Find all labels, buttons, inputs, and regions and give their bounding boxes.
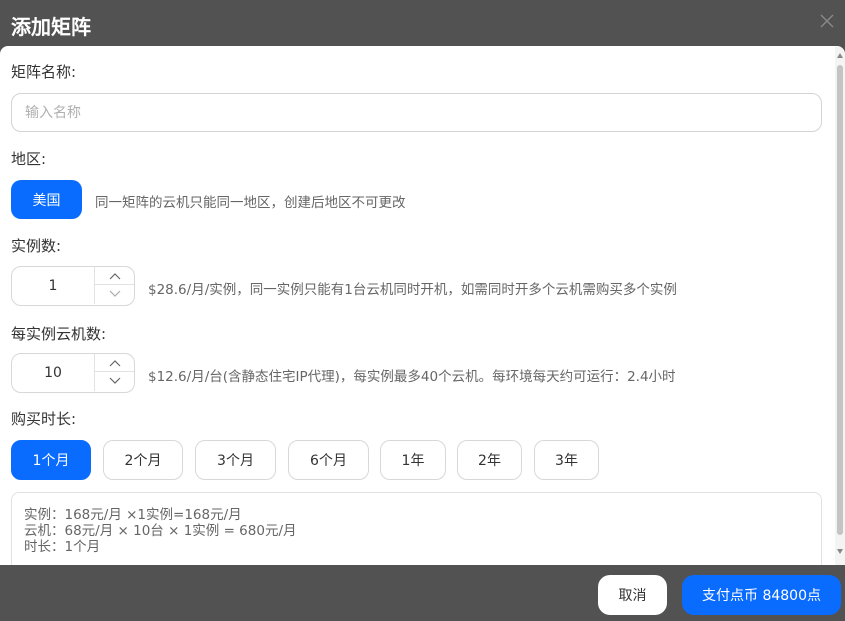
- instances-stepper-arrows: [94, 267, 134, 304]
- duration-option-2-months[interactable]: 2个月: [103, 440, 183, 480]
- close-icon: [820, 14, 834, 28]
- machines-stepper: [11, 353, 135, 393]
- instances-stepper: [11, 266, 135, 306]
- scroll-up-icon[interactable]: [837, 53, 843, 58]
- name-label: 矩阵名称:: [11, 63, 77, 81]
- machines-decrement-button[interactable]: [95, 372, 134, 390]
- chevron-down-icon: [109, 290, 121, 297]
- price-summary: 实例：168元/月 ×1实例=168元/月 云机：68元/月 × 10台 × 1…: [11, 492, 822, 565]
- instances-label: 实例数:: [11, 237, 62, 255]
- close-button[interactable]: [819, 13, 835, 29]
- instances-decrement-button[interactable]: [95, 285, 134, 303]
- dialog-header: 添加矩阵: [0, 0, 845, 46]
- scrollbar-thumb[interactable]: [837, 65, 843, 535]
- duration-option-2-years[interactable]: 2年: [457, 440, 522, 480]
- machines-hint: $12.6/月/台(含静态住宅IP代理)，每实例最多40个云机。每环境每天约可运…: [148, 369, 676, 385]
- cancel-button[interactable]: 取消: [598, 575, 667, 615]
- duration-option-1-month[interactable]: 1个月: [11, 440, 91, 480]
- instances-increment-button[interactable]: [95, 267, 134, 285]
- region-option-us[interactable]: 美国: [11, 180, 82, 219]
- dialog-title: 添加矩阵: [11, 15, 91, 39]
- dialog-body: 矩阵名称: 地区: 美国 同一矩阵的云机只能同一地区，创建后地区不可更改 实例数…: [0, 46, 845, 565]
- summary-duration-line: 时长：1个月: [24, 539, 101, 555]
- chevron-down-icon: [109, 377, 121, 384]
- name-input[interactable]: [11, 93, 822, 132]
- duration-option-3-months[interactable]: 3个月: [195, 440, 276, 480]
- instances-hint: $28.6/月/实例，同一实例只能有1台云机同时开机，如需同时开多个云机需购买多…: [148, 282, 677, 298]
- machines-input[interactable]: [12, 354, 94, 391]
- machines-label: 每实例云机数:: [11, 325, 107, 343]
- machines-increment-button[interactable]: [95, 354, 134, 372]
- scrollbar[interactable]: [835, 46, 845, 565]
- pay-button[interactable]: 支付点币 84800点: [682, 575, 841, 615]
- region-label: 地区:: [11, 150, 47, 168]
- summary-instance-line: 实例：168元/月 ×1实例=168元/月: [24, 507, 242, 523]
- duration-option-1-year[interactable]: 1年: [380, 440, 446, 480]
- duration-label: 购买时长:: [11, 410, 77, 428]
- summary-machine-line: 云机：68元/月 × 10台 × 1实例 = 680元/月: [24, 523, 297, 539]
- duration-option-3-years[interactable]: 3年: [534, 440, 599, 480]
- region-hint: 同一矩阵的云机只能同一地区，创建后地区不可更改: [95, 195, 406, 211]
- duration-option-6-months[interactable]: 6个月: [288, 440, 369, 480]
- dialog-footer: 取消 支付点币 84800点: [0, 565, 845, 621]
- chevron-up-icon: [109, 272, 121, 279]
- chevron-up-icon: [109, 359, 121, 366]
- instances-input[interactable]: [12, 267, 94, 304]
- scroll-down-icon[interactable]: [837, 549, 843, 554]
- machines-stepper-arrows: [94, 354, 134, 391]
